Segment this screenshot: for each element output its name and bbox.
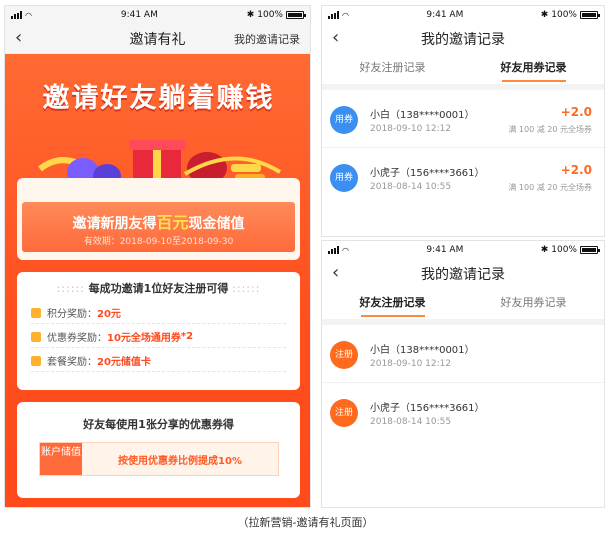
headline: 邀请好友躺着赚钱 bbox=[42, 83, 275, 114]
record-tabs: 好友注册记录 好友用券记录 bbox=[322, 289, 604, 325]
status-bar: ◠ 9:41 AM ✱ 100% bbox=[322, 241, 604, 259]
coupon-badge: 用券 bbox=[330, 106, 358, 134]
record-amount: +2.0 bbox=[560, 105, 592, 119]
tab-coupon-records[interactable]: 好友用券记录 bbox=[463, 54, 604, 84]
offer-banner: 邀请新朋友得百元现金储值 有效期：2018-09-10至2018-09-30 bbox=[22, 202, 295, 252]
record-amount: +2.0 bbox=[560, 163, 592, 177]
signal-icon bbox=[11, 11, 22, 19]
reward-label: 优惠券奖励： bbox=[47, 333, 107, 344]
rewards-heading: 每成功邀请1位好友注册可得 bbox=[88, 282, 229, 295]
back-icon[interactable]: ‹ bbox=[332, 27, 339, 49]
record-date: 2018-09-10 12:12 bbox=[370, 124, 452, 134]
records-coupon-screen: ◠ 9:41 AM ✱ 100% ‹ 我的邀请记录 好友注册记录 好友用券记录 用… bbox=[321, 5, 605, 237]
list-item[interactable]: 用券 小白（138****0001） 2018-09-10 12:12 +2.0… bbox=[322, 96, 604, 148]
reward-label: 积分奖励： bbox=[47, 309, 97, 320]
reward-row: 积分奖励： 20元 bbox=[31, 302, 286, 324]
list-item[interactable]: 注册 小虎子（156****3661） 2018-08-14 10:55 bbox=[322, 389, 604, 441]
status-bar: ◠ 9:41 AM ✱ 100% bbox=[5, 6, 310, 24]
list-item[interactable]: 用券 小虎子（156****3661） 2018-08-14 10:55 +2.… bbox=[322, 154, 604, 206]
wifi-icon: ◠ bbox=[342, 10, 349, 20]
bluetooth-icon: ✱ bbox=[540, 10, 549, 20]
nav-bar: ‹ 我的邀请记录 bbox=[322, 24, 604, 54]
record-desc: 满 100 减 20 元全场券 bbox=[508, 125, 592, 134]
battery-icon bbox=[579, 246, 600, 254]
record-tabs: 好友注册记录 好友用券记录 bbox=[322, 54, 604, 90]
register-badge: 注册 bbox=[330, 399, 358, 427]
tab-coupon-records[interactable]: 好友用券记录 bbox=[463, 289, 604, 319]
reward-value: 20元储值卡 bbox=[97, 357, 151, 368]
share-reward-box: 账户储值 按使用优惠券比例提成10% bbox=[39, 442, 279, 476]
reward-extra: *2 bbox=[180, 331, 194, 342]
banner-prefix: 邀请新朋友得 bbox=[72, 216, 157, 232]
rewards-card: :::::: 每成功邀请1位好友注册可得 :::::: 积分奖励： 20元 优惠券… bbox=[17, 272, 300, 390]
gift-icon bbox=[31, 355, 41, 366]
tab-register-records[interactable]: 好友注册记录 bbox=[322, 289, 463, 319]
my-invites-link[interactable]: 我的邀请记录 bbox=[234, 31, 300, 47]
page-title: 我的邀请记录 bbox=[421, 267, 505, 283]
record-name: 小虎子（156****3661） bbox=[370, 403, 485, 414]
record-name: 小白（138****0001） bbox=[370, 110, 475, 121]
nav-bar: ‹ 邀请有礼 我的邀请记录 bbox=[5, 24, 310, 54]
battery-percent: 100% bbox=[551, 10, 577, 20]
tab-register-records[interactable]: 好友注册记录 bbox=[322, 54, 463, 84]
reward-label: 套餐奖励： bbox=[47, 357, 97, 368]
share-tag: 账户储值 bbox=[40, 443, 82, 475]
coin-icon bbox=[31, 307, 41, 318]
share-heading: 好友每使用1张分享的优惠券得 bbox=[83, 418, 234, 431]
invite-screen: ◠ 9:41 AM ✱ 100% ‹ 邀请有礼 我的邀请记录 邀请好友躺着赚钱 邀… bbox=[4, 5, 311, 508]
list-item[interactable]: 注册 小白（138****0001） 2018-09-10 12:12 bbox=[322, 331, 604, 383]
coupon-icon bbox=[31, 331, 41, 342]
battery-percent: 100% bbox=[257, 10, 283, 20]
share-text: 按使用优惠券比例提成10% bbox=[118, 455, 242, 467]
reward-row: 套餐奖励： 20元储值卡 bbox=[31, 350, 286, 372]
signal-icon bbox=[328, 11, 339, 19]
register-badge: 注册 bbox=[330, 341, 358, 369]
status-bar: ◠ 9:41 AM ✱ 100% bbox=[322, 6, 604, 24]
signal-icon bbox=[328, 246, 339, 254]
bluetooth-icon: ✱ bbox=[540, 245, 549, 255]
reward-value: 20元 bbox=[97, 309, 121, 320]
bluetooth-icon: ✱ bbox=[246, 10, 255, 20]
page-title: 我的邀请记录 bbox=[421, 32, 505, 48]
record-desc: 满 100 减 20 元全场券 bbox=[508, 183, 592, 192]
nav-bar: ‹ 我的邀请记录 bbox=[322, 259, 604, 289]
record-date: 2018-09-10 12:12 bbox=[370, 359, 452, 369]
records-register-screen: ◠ 9:41 AM ✱ 100% ‹ 我的邀请记录 好友注册记录 好友用券记录 注… bbox=[321, 240, 605, 508]
banner-suffix: 现金储值 bbox=[188, 216, 245, 232]
status-time: 9:41 AM bbox=[120, 10, 158, 20]
decor-dots: :::::: bbox=[232, 282, 261, 295]
validity-text: 有效期：2018-09-10至2018-09-30 bbox=[83, 237, 234, 247]
back-icon[interactable]: ‹ bbox=[15, 27, 22, 49]
back-icon[interactable]: ‹ bbox=[332, 262, 339, 284]
battery-icon bbox=[285, 11, 306, 19]
battery-icon bbox=[579, 11, 600, 19]
record-name: 小虎子（156****3661） bbox=[370, 168, 485, 179]
record-date: 2018-08-14 10:55 bbox=[370, 182, 452, 192]
coupon-badge: 用券 bbox=[330, 164, 358, 192]
banner-highlight: 百元 bbox=[156, 213, 189, 232]
reward-row: 优惠券奖励： 10元全场通用券 *2 bbox=[31, 326, 286, 348]
wifi-icon: ◠ bbox=[25, 10, 32, 20]
page-title: 邀请有礼 bbox=[129, 31, 186, 48]
invite-poster: 邀请好友躺着赚钱 邀请新朋友得百元现金储值 有效期：2018-09-10至201… bbox=[5, 54, 310, 507]
share-card: 好友每使用1张分享的优惠券得 账户储值 按使用优惠券比例提成10% bbox=[17, 402, 300, 498]
status-time: 9:41 AM bbox=[426, 10, 464, 20]
reward-value: 10元全场通用券 bbox=[107, 333, 181, 344]
figure-caption: （拉新营销-邀请有礼页面） bbox=[237, 516, 374, 529]
wifi-icon: ◠ bbox=[342, 245, 349, 255]
battery-percent: 100% bbox=[551, 245, 577, 255]
record-name: 小白（138****0001） bbox=[370, 345, 475, 356]
status-time: 9:41 AM bbox=[426, 245, 464, 255]
record-date: 2018-08-14 10:55 bbox=[370, 417, 452, 427]
decor-dots: :::::: bbox=[56, 282, 85, 295]
